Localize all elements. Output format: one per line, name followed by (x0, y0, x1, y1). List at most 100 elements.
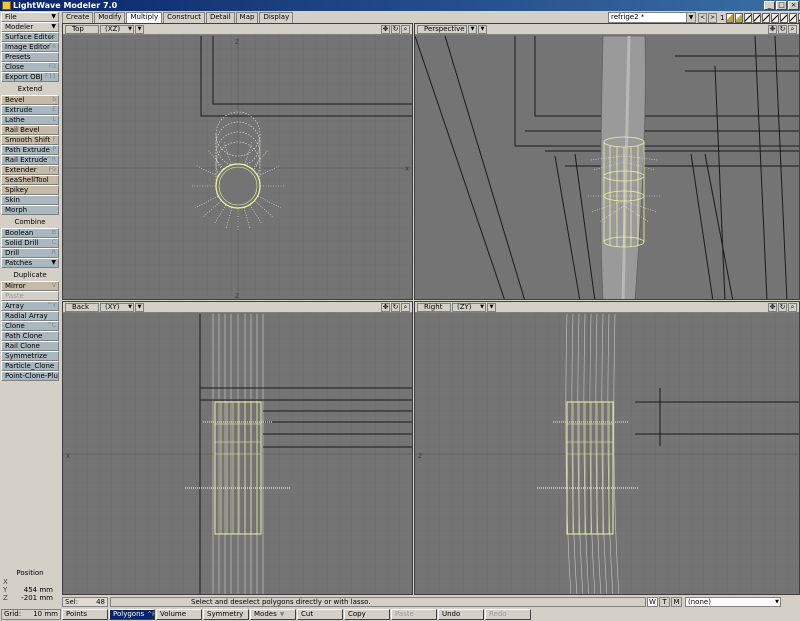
volume-mode-button[interactable]: Volume (156, 609, 202, 620)
vertex-map-select[interactable]: (none) (685, 596, 781, 607)
rotate-icon[interactable]: ↻ (391, 25, 400, 34)
selection-count: Sel: 48 (62, 596, 108, 607)
layer-box-2[interactable] (735, 12, 744, 23)
layer-box-6[interactable] (771, 12, 780, 23)
tab-detail[interactable]: Detail (206, 12, 235, 23)
viewport-menu-button[interactable]: ▼ (478, 24, 487, 34)
polygons-mode-button[interactable]: Polygons ^H (109, 609, 157, 620)
presets-button[interactable]: Presets (1, 52, 59, 62)
viewport-mode-select[interactable]: (XY) (100, 302, 134, 312)
viewport-right[interactable]: Right (ZY) ▼ ✥ ↻ ⌕ (414, 301, 800, 595)
object-select[interactable]: refrige2 * ▼ (608, 12, 696, 23)
particle-clone-button[interactable]: Particle_Clone (1, 361, 59, 371)
undo-button[interactable]: Undo (438, 609, 484, 620)
file-menu[interactable]: File ▼ (1, 12, 59, 22)
close-object-button[interactable]: Close F3 (1, 62, 59, 72)
pan-icon[interactable]: ✥ (768, 303, 777, 312)
layer-box-5[interactable] (762, 12, 771, 23)
point-clone-plus-button[interactable]: Point-Clone-Plus+ (1, 371, 59, 381)
viewport-top[interactable]: Top (XZ) ▼ ✥ ↻ ⌕ (62, 23, 413, 300)
patches-menu[interactable]: Patches ▼ (1, 258, 59, 268)
paste-bottom-button[interactable]: Paste (391, 609, 437, 620)
symmetry-button[interactable]: Symmetry (203, 609, 249, 620)
cut-button[interactable]: Cut (297, 609, 343, 620)
tab-create[interactable]: Create (62, 12, 94, 23)
pan-icon[interactable]: ✥ (768, 25, 777, 34)
tab-construct[interactable]: Construct (163, 12, 206, 23)
layer-box-3[interactable] (744, 12, 753, 23)
zoom-icon[interactable]: ⌕ (401, 25, 410, 34)
solid-drill-button[interactable]: Solid Drill C (1, 238, 59, 248)
modes-menu[interactable]: Modes ▼ (250, 609, 296, 620)
layer-box-1[interactable] (726, 12, 735, 23)
rotate-icon[interactable]: ↻ (391, 303, 400, 312)
clone-button[interactable]: Clone ^C (1, 321, 59, 331)
boolean-button[interactable]: Boolean B (1, 228, 59, 238)
texture-map-button[interactable]: T (659, 596, 670, 607)
copy-button[interactable]: Copy (344, 609, 390, 620)
viewport-mode-select[interactable]: ▼ (468, 24, 477, 34)
viewport-menu-button[interactable]: ▼ (135, 302, 144, 312)
viewport-back[interactable]: Back (XY) ▼ ✥ ↻ ⌕ (62, 301, 413, 595)
viewport-menu-button[interactable]: ▼ (487, 302, 496, 312)
path-clone-button[interactable]: Path Clone (1, 331, 59, 341)
array-button[interactable]: Array ^Y (1, 301, 59, 311)
image-editor-button[interactable]: Image Editor F6 (1, 42, 59, 52)
mirror-button[interactable]: Mirror V (1, 281, 59, 291)
skin-button[interactable]: Skin (1, 195, 59, 205)
layer-box-7[interactable] (780, 12, 789, 23)
viewport-view-name[interactable]: Perspective (417, 24, 467, 34)
rail-extrude-button[interactable]: Rail Extrude ^R (1, 155, 59, 165)
layer-next-button[interactable]: > (708, 12, 717, 23)
rail-clone-button[interactable]: Rail Clone (1, 341, 59, 351)
extender-button[interactable]: Extender F9 (1, 165, 59, 175)
extrude-button[interactable]: Extrude E (1, 105, 59, 115)
zoom-icon[interactable]: ⌕ (401, 303, 410, 312)
viewport-view-name[interactable]: Top (65, 24, 99, 34)
minimize-button[interactable]: _ (764, 1, 775, 10)
button-label: Image Editor (5, 43, 50, 51)
button-label: Export OBJ (5, 73, 43, 81)
morph-button[interactable]: Morph (1, 205, 59, 215)
paste-button[interactable]: Paste (1, 291, 59, 301)
seashelltool-button[interactable]: SeaShellTool (1, 175, 59, 185)
maximize-button[interactable]: □ (776, 1, 787, 10)
tab-modify[interactable]: Modify (94, 12, 126, 23)
surface-editor-button[interactable]: Surface Editor F5 (1, 32, 59, 42)
pan-icon[interactable]: ✥ (381, 303, 390, 312)
weight-map-button[interactable]: W (647, 596, 658, 607)
tab-multiply[interactable]: Multiply (126, 12, 163, 23)
close-button[interactable]: × (788, 1, 799, 10)
viewport-menu-button[interactable]: ▼ (135, 24, 144, 34)
button-label: Rail Bevel (5, 126, 40, 134)
tab-map[interactable]: Map (235, 12, 259, 23)
bevel-button[interactable]: Bevel b (1, 95, 59, 105)
viewport-mode-select[interactable]: (ZY) (452, 302, 486, 312)
layer-box-8[interactable] (789, 12, 798, 23)
drill-button[interactable]: Drill R (1, 248, 59, 258)
redo-button[interactable]: Redo (485, 609, 531, 620)
pan-icon[interactable]: ✥ (381, 25, 390, 34)
zoom-icon[interactable]: ⌕ (788, 303, 797, 312)
export-obj-button[interactable]: Export OBJ F11 (1, 72, 59, 82)
smooth-shift-button[interactable]: Smooth Shift F (1, 135, 59, 145)
viewport-view-name[interactable]: Right (417, 302, 451, 312)
morph-map-button[interactable]: M (671, 596, 682, 607)
lathe-button[interactable]: Lathe L (1, 115, 59, 125)
zoom-icon[interactable]: ⌕ (788, 25, 797, 34)
layer-prev-button[interactable]: < (698, 12, 707, 23)
viewport-view-name[interactable]: Back (65, 302, 99, 312)
viewport-perspective[interactable]: Perspective ▼ ▼ ✥ ↻ ⌕ (414, 23, 800, 300)
symmetrize-button[interactable]: Symmetrize (1, 351, 59, 361)
modeler-menu[interactable]: Modeler ▼ (1, 22, 59, 32)
layer-box-4[interactable] (753, 12, 762, 23)
rotate-icon[interactable]: ↻ (778, 25, 787, 34)
points-mode-button[interactable]: Points (62, 609, 108, 620)
viewport-mode-select[interactable]: (XZ) (100, 24, 134, 34)
radial-array-button[interactable]: Radial Array (1, 311, 59, 321)
rotate-icon[interactable]: ↻ (778, 303, 787, 312)
spikey-button[interactable]: Spikey (1, 185, 59, 195)
path-extrude-button[interactable]: Path Extrude P (1, 145, 59, 155)
tab-display[interactable]: Display (259, 12, 294, 23)
rail-bevel-button[interactable]: Rail Bevel (1, 125, 59, 135)
